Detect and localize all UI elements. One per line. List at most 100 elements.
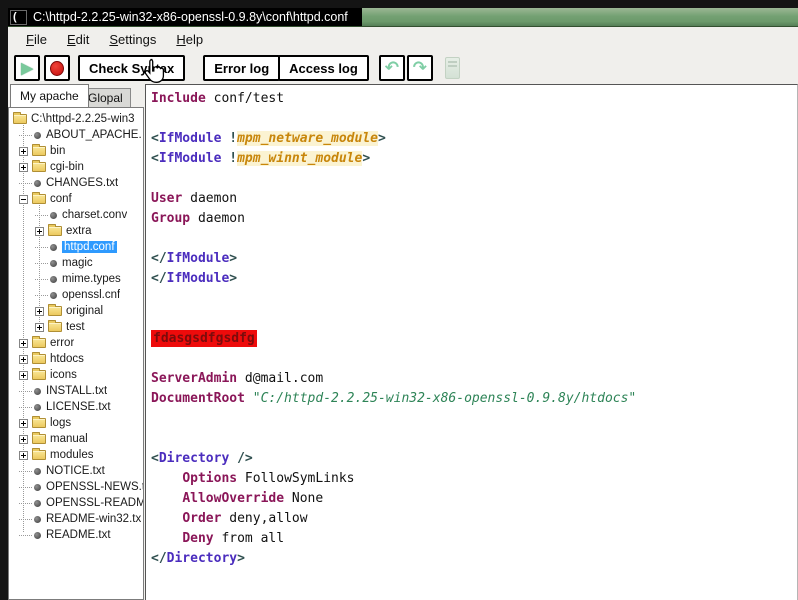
tree-item-label: README.txt (46, 529, 111, 541)
toolbar: ▶ Check Syntax Error log Access log ↶ ↷ (8, 52, 798, 84)
expand-icon[interactable] (19, 450, 28, 460)
tree-item-logs[interactable]: logs (9, 415, 143, 431)
editor-token: Deny (182, 531, 214, 546)
editor-token: Options (182, 471, 238, 486)
editor-token: Order (182, 511, 222, 526)
tree-item-readme.txt[interactable]: README.txt (9, 527, 143, 543)
app-icon: ( (10, 9, 27, 25)
tree-item-original[interactable]: original (9, 303, 143, 319)
editor-token: </ (151, 551, 167, 566)
expand-icon[interactable] (19, 338, 28, 348)
tree-item-label: original (66, 305, 104, 317)
tree-item-about-apache.[interactable]: ABOUT_APACHE. (9, 127, 143, 143)
expand-icon[interactable] (19, 418, 28, 428)
editor-token: IfModule (158, 151, 222, 166)
tree-item-manual[interactable]: manual (9, 431, 143, 447)
tree-item-label: manual (50, 433, 88, 445)
menu-edit[interactable]: Edit (59, 30, 97, 49)
expand-icon[interactable] (19, 146, 28, 156)
menu-help[interactable]: Help (168, 30, 211, 49)
tree-item-readme-win32.tx[interactable]: README-win32.tx (9, 511, 143, 527)
start-server-button[interactable]: ▶ (14, 55, 40, 81)
tree-item-openssl.cnf[interactable]: openssl.cnf (9, 287, 143, 303)
menu-file[interactable]: File (18, 30, 55, 49)
tree-item-openssl-news.t[interactable]: OPENSSL-NEWS.t (9, 479, 143, 495)
error-log-button[interactable]: Error log (203, 55, 281, 81)
undo-button[interactable]: ↶ (378, 55, 405, 81)
file-icon (34, 403, 41, 411)
editor-token (229, 451, 237, 466)
tree-connector (19, 502, 32, 504)
editor-token: ! (229, 151, 238, 166)
stop-server-button[interactable] (44, 55, 70, 81)
tree-item-bin[interactable]: bin (9, 143, 143, 159)
file-icon (34, 531, 41, 539)
tree-item-install.txt[interactable]: INSTALL.txt (9, 383, 143, 399)
menu-settings[interactable]: Settings (101, 30, 164, 49)
tree-item-label: bin (50, 145, 66, 157)
tree-item-mime.types[interactable]: mime.types (9, 271, 143, 287)
tree-item-label: INSTALL.txt (46, 385, 108, 397)
tree-item-openssl-readm[interactable]: OPENSSL-READM (9, 495, 143, 511)
titlebar[interactable]: ( C:\httpd-2.2.25-win32-x86-openssl-0.9.… (8, 8, 798, 27)
editor-token: IfModule (158, 131, 222, 146)
tree-item-modules[interactable]: modules (9, 447, 143, 463)
editor-token: Group (151, 211, 191, 226)
tree-item-error[interactable]: error (9, 335, 143, 351)
app-window: ( C:\httpd-2.2.25-win32-x86-openssl-0.9.… (0, 0, 798, 600)
editor-token (151, 471, 182, 486)
expand-icon[interactable] (35, 306, 44, 316)
tree-item-c-httpd-2.2.25-win3[interactable]: C:\httpd-2.2.25-win3 (9, 111, 143, 127)
folder-icon (32, 416, 46, 428)
expand-icon[interactable] (19, 370, 28, 380)
access-log-button[interactable]: Access log (278, 55, 369, 81)
tree-item-label: charset.conv (62, 209, 128, 221)
tree-item-label: test (66, 321, 85, 333)
file-icon (50, 291, 57, 299)
tree-connector (35, 278, 48, 280)
tree-item-license.txt[interactable]: LICENSE.txt (9, 399, 143, 415)
editor-token: </ (151, 271, 167, 286)
editor-token: Directory (166, 551, 238, 566)
folder-icon (32, 432, 46, 444)
tree-item-cgi-bin[interactable]: cgi-bin (9, 159, 143, 175)
tab-my-apache[interactable]: My apache (10, 84, 89, 107)
tree-item-magic[interactable]: magic (9, 255, 143, 271)
tree-item-label: icons (50, 369, 77, 381)
config-editor[interactable]: Include conf/test <IfModule !mpm_netware… (145, 84, 798, 600)
tree-connector (19, 470, 32, 472)
tree-item-test[interactable]: test (9, 319, 143, 335)
tree-item-conf[interactable]: conf (9, 191, 143, 207)
tree-item-htdocs[interactable]: htdocs (9, 351, 143, 367)
window-border-left (0, 8, 8, 600)
file-icon (50, 259, 57, 267)
expand-icon[interactable] (19, 354, 28, 364)
expand-icon[interactable] (35, 322, 44, 332)
tree-item-notice.txt[interactable]: NOTICE.txt (9, 463, 143, 479)
tree-item-label: README-win32.tx (46, 513, 142, 525)
tree-item-httpd.conf[interactable]: httpd.conf (9, 239, 143, 255)
expand-icon[interactable] (35, 226, 44, 236)
tree-item-label: ABOUT_APACHE. (46, 129, 142, 141)
editor-token (245, 391, 253, 406)
check-syntax-button[interactable]: Check Syntax (78, 55, 186, 81)
redo-button[interactable]: ↷ (406, 55, 433, 81)
tree-item-charset.conv[interactable]: charset.conv (9, 207, 143, 223)
tree-item-changes.txt[interactable]: CHANGES.txt (9, 175, 143, 191)
tree-item-label: CHANGES.txt (46, 177, 119, 189)
file-icon (50, 211, 57, 219)
editor-token: </ (151, 251, 167, 266)
collapse-icon[interactable] (19, 194, 28, 204)
menubar: File Edit Settings Help (8, 27, 798, 52)
expand-icon[interactable] (19, 162, 28, 172)
editor-line: fdasgsdfgsdfg (151, 329, 797, 349)
editor-token: mpm_netware_module (237, 131, 378, 146)
expand-icon[interactable] (19, 434, 28, 444)
editor-line: <Directory /> (151, 449, 797, 469)
tree-item-icons[interactable]: icons (9, 367, 143, 383)
tree-connector (35, 246, 48, 248)
tree-item-extra[interactable]: extra (9, 223, 143, 239)
